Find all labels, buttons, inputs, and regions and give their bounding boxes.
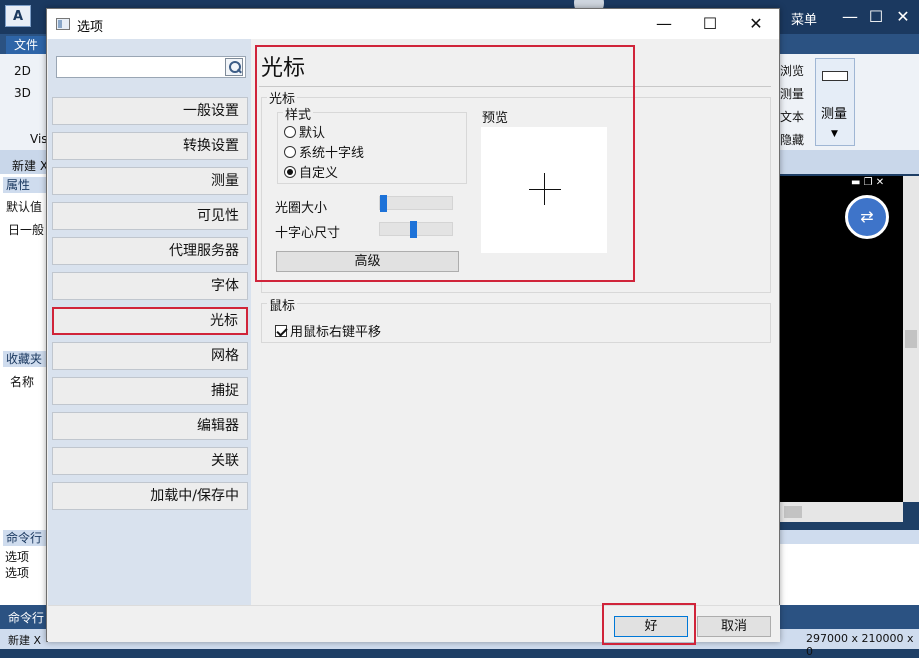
properties-header: 属性	[3, 177, 48, 193]
app-logo[interactable]: A	[5, 5, 31, 27]
command-line-header: 命令行	[3, 530, 48, 546]
minimize-icon[interactable]: —	[641, 9, 687, 39]
radio-default-label: 默认	[299, 126, 325, 141]
app-minimize-icon[interactable]: —	[839, 6, 861, 28]
ribbon-browse-button[interactable]: 浏览	[780, 62, 804, 79]
dialog-titlebar[interactable]: 选项 — ☐ ✕	[47, 9, 779, 39]
file-tab[interactable]: 文件	[6, 36, 46, 54]
cursor-preview	[481, 127, 607, 253]
name-column-label: 名称	[10, 373, 34, 390]
nav-item[interactable]: 代理服务器	[52, 237, 248, 265]
radio-dot-selected[interactable]	[284, 166, 296, 178]
canvas-window-controls[interactable]: ▬ ❐ ✕	[851, 177, 884, 188]
translate-icon[interactable]: ⇄	[845, 195, 889, 239]
radio-dot[interactable]	[284, 146, 296, 158]
style-group-label: 样式	[283, 104, 313, 123]
dialog-title: 选项	[77, 16, 103, 35]
ribbon-measure-button[interactable]: 测量 ▼	[815, 58, 855, 146]
app-menu-button[interactable]: 菜单	[791, 9, 817, 28]
title-divider	[259, 86, 771, 87]
nav-item[interactable]: 可见性	[52, 202, 248, 230]
crosshair-preview-h	[529, 189, 561, 190]
ok-button[interactable]: 好	[614, 616, 688, 637]
nav-search-field[interactable]	[60, 58, 220, 76]
status-left-text: 新建 X	[8, 632, 41, 648]
nav-search-input[interactable]	[56, 56, 246, 78]
ribbon-text-button[interactable]: 文本	[780, 108, 804, 125]
crosshair-preview-v	[544, 173, 545, 205]
nav-item[interactable]: 捕捉	[52, 377, 248, 405]
nav-item[interactable]: 字体	[52, 272, 248, 300]
command-input-label: 命令行	[8, 609, 44, 626]
radio-custom[interactable]: 自定义	[284, 162, 338, 181]
nav-item[interactable]: 网格	[52, 342, 248, 370]
radio-system-crosshair[interactable]: 系统十字线	[284, 142, 364, 161]
app-close-icon[interactable]: ✕	[892, 6, 914, 28]
ribbon-3d-button[interactable]: 3D	[14, 86, 31, 100]
options-dialog: 选项 — ☐ ✕ 一般设置转换设置测量可见性代理服务器字体光标网格捕捉编辑器关联…	[46, 8, 780, 642]
ribbon-hide-button[interactable]: 隐藏	[780, 131, 804, 148]
radio-default[interactable]: 默认	[284, 122, 325, 141]
options-content: 光标 光标 样式 默认 系统十字线 自定义 光圈大小 十字心尺寸 高级 预览 鼠…	[251, 39, 779, 605]
close-icon[interactable]: ✕	[733, 9, 779, 39]
mouse-group-label: 鼠标	[267, 295, 297, 314]
horizontal-scrollbar[interactable]	[780, 502, 903, 522]
pan-right-checkbox[interactable]: 用鼠标右键平移	[275, 321, 381, 340]
general-tree-node[interactable]: 日一般	[8, 221, 44, 238]
cancel-button[interactable]: 取消	[697, 616, 771, 637]
preview-label: 预览	[482, 107, 508, 126]
crosshair-size-label: 十字心尺寸	[275, 222, 340, 241]
radio-dot[interactable]	[284, 126, 296, 138]
nav-item[interactable]: 关联	[52, 447, 248, 475]
dialog-footer: 好 取消	[48, 605, 780, 642]
default-value-label: 默认值	[6, 198, 42, 215]
favorites-header: 收藏夹	[3, 351, 48, 367]
search-icon[interactable]	[225, 58, 243, 76]
checkbox-box[interactable]	[275, 325, 287, 337]
ruler-icon	[822, 71, 848, 81]
status-coordinates: 297000 x 210000 x 0	[806, 632, 919, 658]
command-history-line: 选项	[5, 548, 29, 565]
chevron-down-icon: ▼	[831, 129, 838, 139]
vertical-scrollbar[interactable]	[903, 176, 919, 502]
command-history-line: 选项	[5, 564, 29, 581]
page-title: 光标	[261, 50, 305, 82]
nav-item[interactable]: 一般设置	[52, 97, 248, 125]
slider-thumb[interactable]	[410, 221, 417, 238]
options-nav: 一般设置转换设置测量可见性代理服务器字体光标网格捕捉编辑器关联加载中/保存中	[48, 39, 251, 605]
command-output-header	[780, 530, 919, 544]
document-tab[interactable]: 新建 X	[12, 157, 48, 174]
ribbon-2d-button[interactable]: 2D	[14, 64, 31, 78]
dialog-app-icon	[56, 18, 70, 30]
pan-right-label: 用鼠标右键平移	[290, 325, 381, 340]
crosshair-size-slider[interactable]	[379, 222, 453, 236]
nav-item[interactable]: 转换设置	[52, 132, 248, 160]
maximize-icon[interactable]: ☐	[687, 9, 733, 39]
app-maximize-icon[interactable]: ☐	[865, 6, 887, 28]
aperture-size-label: 光圈大小	[275, 197, 327, 216]
nav-item[interactable]: 测量	[52, 167, 248, 195]
ribbon-measure-label: 测量	[821, 103, 847, 122]
ribbon-vis-label: Vis	[30, 132, 48, 146]
radio-system-crosshair-label: 系统十字线	[299, 146, 364, 161]
advanced-button[interactable]: 高级	[276, 251, 459, 272]
aperture-size-slider[interactable]	[379, 196, 453, 210]
slider-thumb[interactable]	[380, 195, 387, 212]
radio-custom-label: 自定义	[299, 166, 338, 181]
nav-item[interactable]: 光标	[52, 307, 248, 335]
ribbon-measure-small-button[interactable]: 测量	[780, 85, 804, 102]
nav-item[interactable]: 加载中/保存中	[52, 482, 248, 510]
nav-item[interactable]: 编辑器	[52, 412, 248, 440]
